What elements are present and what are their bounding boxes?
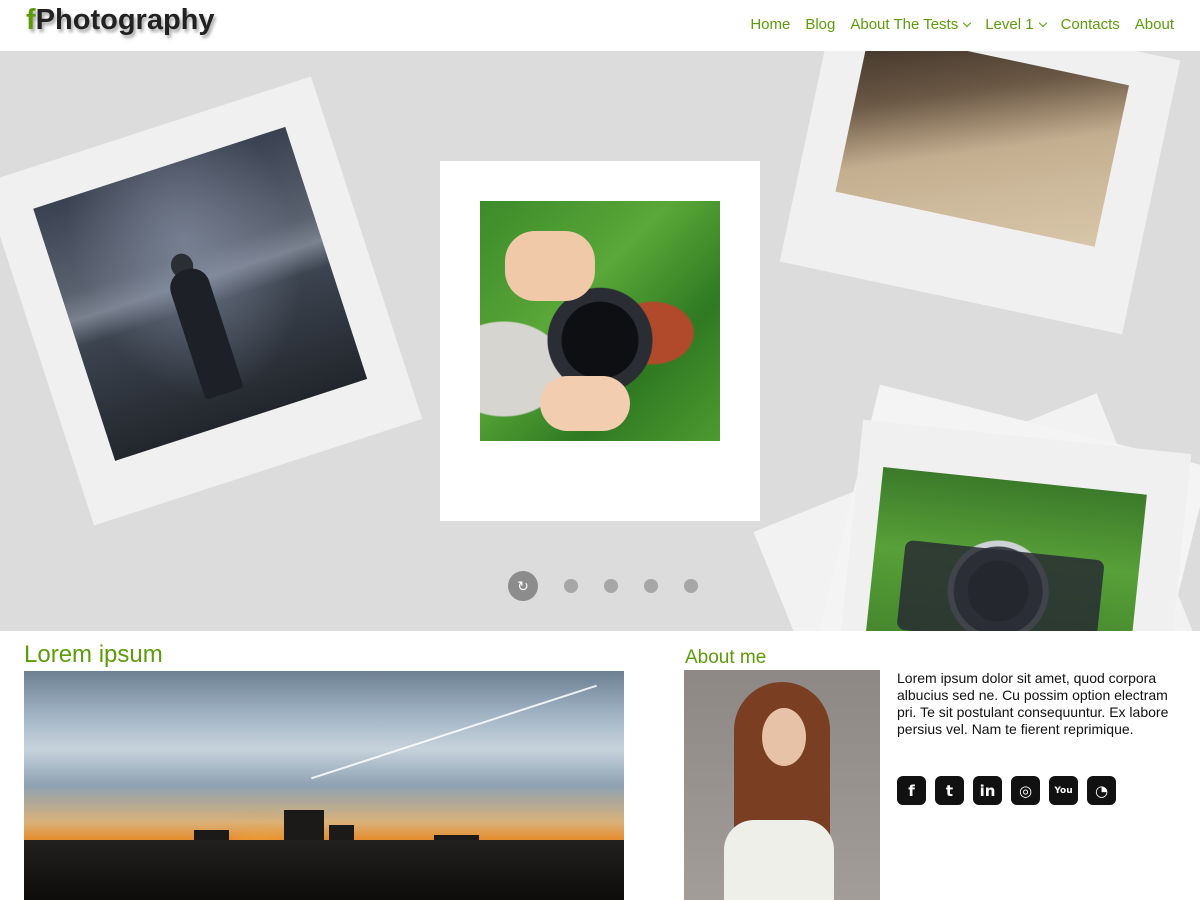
hand-bottom [540,376,630,431]
main-nav: Home Blog About The Tests Level 1 Contac… [735,16,1174,33]
nav-about-label: About [1134,16,1174,33]
about-text: Lorem ipsum dolor sit amet, quod corpora… [897,670,1169,737]
logo-f: f [26,4,36,36]
polaroid-photos-on-sand [779,51,1181,335]
nav-blog-label: Blog [805,16,836,33]
polaroid-camera-grass [828,419,1192,631]
replay-icon: ↻ [517,577,529,594]
slider-dot-active[interactable]: ↻ [508,571,538,601]
polaroid-center-camera[interactable] [440,161,760,521]
logo-text: Photography [35,4,215,36]
social-links: f t in ◎ You ◔ [897,776,1116,805]
slider-dot-5[interactable] [684,579,698,593]
site-logo[interactable]: fPhotography [26,4,215,37]
slider-pagination: ↻ [508,571,698,601]
youtube-icon[interactable]: You [1049,776,1078,805]
camera-shape [896,539,1105,631]
photographer-figure [165,263,244,400]
hero-slider: ↻ [0,51,1200,631]
skyline [24,840,624,900]
sunset-city-image[interactable] [24,671,624,900]
slider-dot-2[interactable] [564,579,578,593]
nav-contacts-label: Contacts [1060,16,1120,33]
photographer-beach-image [33,126,368,461]
slider-dot-3[interactable] [604,579,618,593]
chevron-down-icon [962,18,972,27]
about-title: About me [685,647,767,668]
nav-level-1-label: Level 1 [985,16,1034,33]
linkedin-icon[interactable]: in [973,776,1002,805]
instagram-icon[interactable]: ◎ [1011,776,1040,805]
nav-about[interactable]: About [1135,16,1174,33]
site-header: fPhotography Home Blog About The Tests L… [0,0,1200,51]
photos-on-sand-image [835,51,1129,247]
portrait-image [684,670,880,900]
twitter-icon[interactable]: t [935,776,964,805]
nav-contacts[interactable]: Contacts [1061,16,1120,33]
portrait-body [724,820,834,900]
nav-about-the-tests[interactable]: About The Tests [850,16,972,33]
nav-blog[interactable]: Blog [805,16,835,33]
nav-home[interactable]: Home [750,16,790,33]
nav-level-1[interactable]: Level 1 [985,16,1047,33]
portrait-face [762,708,806,766]
contrail [311,684,597,780]
post-title[interactable]: Lorem ipsum [24,641,163,669]
rss-icon[interactable]: ◔ [1087,776,1116,805]
chevron-down-icon [1038,18,1047,27]
polaroid-photographer-beach [0,76,423,526]
camera-lens-image [480,201,720,441]
nav-home-label: Home [750,16,791,33]
hand-top [505,231,595,301]
nav-about-the-tests-label: About The Tests [850,16,959,33]
facebook-icon[interactable]: f [897,776,926,805]
camera-grass-image [855,467,1147,631]
slider-dot-4[interactable] [644,579,658,593]
